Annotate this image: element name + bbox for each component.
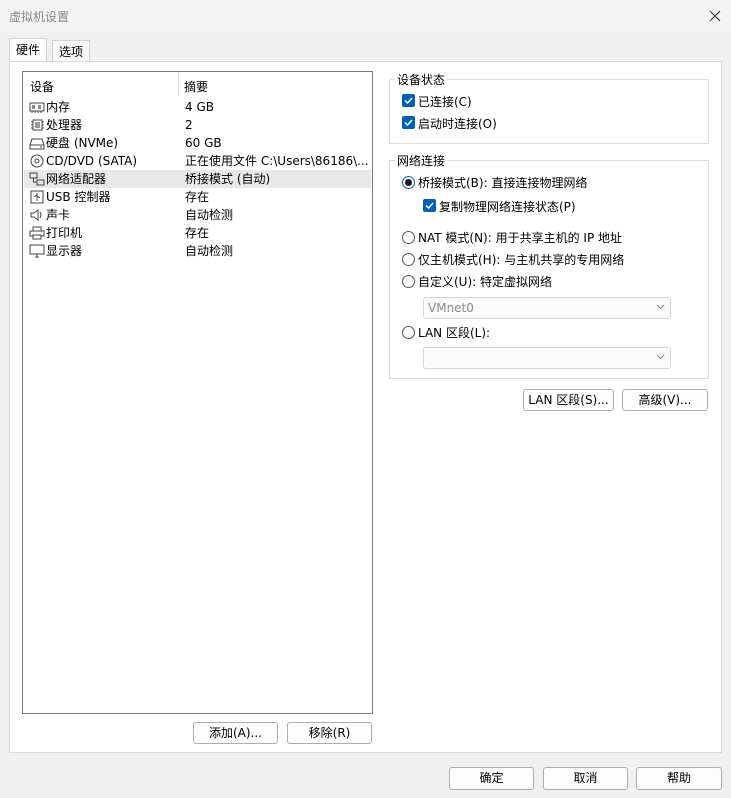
device-summary: 正在使用文件 C:\Users\86186\... [185, 154, 369, 168]
checkmark-icon [425, 202, 434, 210]
device-row-cd-dvd[interactable]: CD/DVD (SATA) 正在使用文件 C:\Users\86186\... [24, 152, 371, 170]
chevron-down-icon [656, 354, 665, 360]
device-row-usb[interactable]: USB 控制器 存在 [24, 188, 371, 206]
device-summary: 4 GB [185, 100, 214, 114]
bridged-label[interactable]: 桥接模式(B): 直接连接物理网络 [418, 174, 587, 191]
device-summary: 存在 [185, 190, 210, 204]
device-name: 内存 [46, 100, 71, 114]
checkmark-icon [404, 97, 413, 105]
device-list[interactable]: 设备 摘要 内存 4 GB 处理器 2 硬盘 (NVMe) 60 GB CD/D… [22, 71, 373, 714]
usb-icon [30, 190, 44, 204]
printer-icon [29, 226, 45, 240]
lan-segment-label[interactable]: LAN 区段(L): [418, 324, 490, 341]
lan-segments-button[interactable]: LAN 区段(S)... [523, 389, 614, 411]
disk-icon [29, 138, 45, 150]
device-row-display[interactable]: 显示器 自动检测 [24, 242, 371, 260]
host-only-label[interactable]: 仅主机模式(H): 与主机共享的专用网络 [418, 251, 624, 268]
device-row-sound[interactable]: 声卡 自动检测 [24, 206, 371, 224]
sound-icon [30, 209, 42, 221]
device-row-memory[interactable]: 内存 4 GB [24, 98, 371, 116]
device-name: 显示器 [46, 244, 83, 258]
device-name: 网络适配器 [46, 172, 107, 186]
checkmark-icon [404, 119, 413, 127]
connect-on-start-checkbox[interactable] [402, 116, 415, 129]
device-summary: 60 GB [185, 136, 222, 150]
custom-label[interactable]: 自定义(U): 特定虚拟网络 [418, 273, 552, 290]
device-status-group [389, 79, 709, 144]
device-row-processor[interactable]: 处理器 2 [24, 116, 371, 134]
device-row-disk[interactable]: 硬盘 (NVMe) 60 GB [24, 134, 371, 152]
column-separator[interactable] [178, 74, 179, 94]
add-device-button[interactable]: 添加(A)... [193, 722, 278, 744]
ok-button[interactable]: 确定 [449, 767, 534, 790]
custom-network-value: VMnet0 [428, 301, 474, 315]
remove-device-button[interactable]: 移除(R) [287, 722, 372, 744]
device-name: 处理器 [46, 118, 83, 132]
device-status-title: 设备状态 [395, 71, 448, 88]
title-bar: 虚拟机设置 [0, 0, 731, 32]
device-row-printer[interactable]: 打印机 存在 [24, 224, 371, 242]
device-name: 打印机 [46, 226, 83, 240]
cancel-button[interactable]: 取消 [543, 767, 628, 790]
device-name: 声卡 [46, 208, 71, 222]
lan-segment-radio[interactable] [402, 326, 415, 339]
tab-options[interactable]: 选项 [52, 40, 91, 63]
column-header-summary[interactable]: 摘要 [184, 78, 208, 95]
device-name: USB 控制器 [46, 190, 111, 204]
bridged-radio[interactable] [402, 176, 415, 189]
host-only-radio[interactable] [402, 253, 415, 266]
device-summary: 存在 [185, 226, 210, 240]
cd-dvd-icon [30, 154, 44, 168]
display-icon [29, 244, 45, 258]
chevron-down-icon [656, 304, 665, 310]
device-row-network-adapter[interactable]: 网络适配器 桥接模式 (自动) [24, 170, 371, 188]
nat-radio[interactable] [402, 231, 415, 244]
close-icon [709, 10, 721, 22]
column-header-device[interactable]: 设备 [30, 78, 54, 95]
help-button[interactable]: 帮助 [636, 767, 722, 790]
network-connection-title: 网络连接 [395, 152, 448, 169]
connected-checkbox[interactable] [402, 94, 415, 107]
processor-icon [31, 119, 44, 131]
custom-network-select[interactable]: VMnet0 [423, 297, 671, 319]
device-summary: 自动检测 [185, 208, 234, 222]
memory-icon [29, 102, 45, 113]
connected-label[interactable]: 已连接(C) [418, 93, 472, 110]
lan-segment-select[interactable] [423, 347, 671, 369]
window-title: 虚拟机设置 [9, 10, 70, 24]
replicate-state-checkbox[interactable] [423, 199, 436, 212]
network-adapter-icon [29, 172, 45, 186]
advanced-button[interactable]: 高级(V)... [622, 389, 708, 411]
device-name: CD/DVD (SATA) [46, 154, 138, 168]
device-summary: 桥接模式 (自动) [185, 172, 271, 186]
nat-label[interactable]: NAT 模式(N): 用于共享主机的 IP 地址 [418, 229, 622, 246]
device-summary: 2 [185, 118, 193, 132]
close-button[interactable] [700, 2, 730, 30]
device-name: 硬盘 (NVMe) [46, 136, 119, 150]
connect-on-start-label[interactable]: 启动时连接(O) [418, 115, 497, 132]
custom-radio[interactable] [402, 275, 415, 288]
device-list-header: 设备 摘要 [23, 72, 372, 96]
replicate-state-label[interactable]: 复制物理网络连接状态(P) [439, 198, 576, 215]
tab-hardware[interactable]: 硬件 [9, 38, 48, 63]
device-summary: 自动检测 [185, 244, 234, 258]
